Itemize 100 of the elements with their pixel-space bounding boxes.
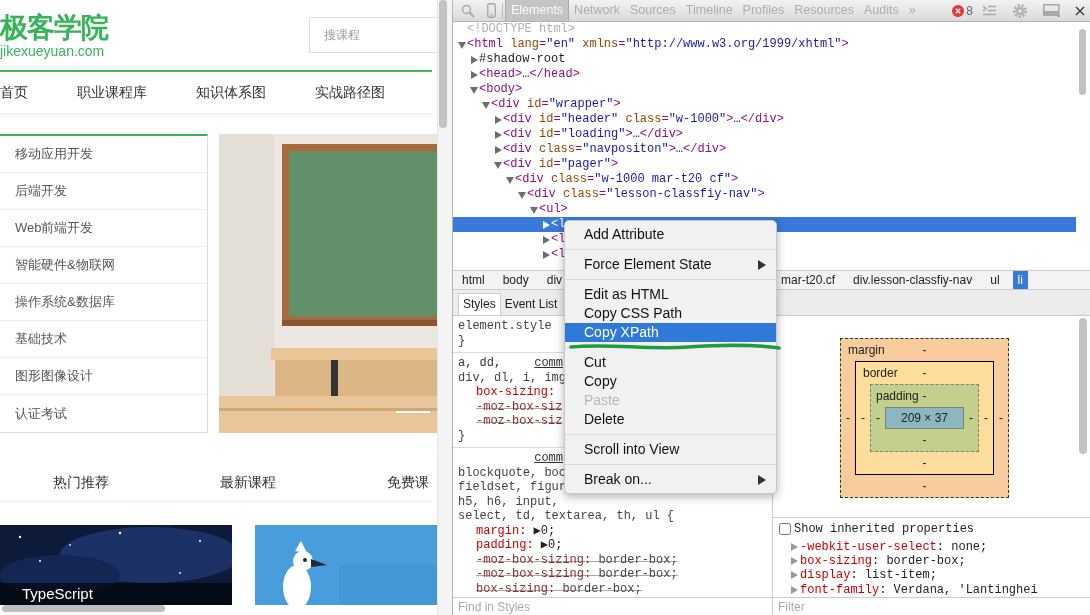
logo-domain: jikexueyuan.com: [0, 44, 106, 59]
css-property: -moz-box-sizing: border-box;: [476, 552, 678, 567]
breadcrumb[interactable]: ul: [981, 271, 1009, 289]
category-item[interactable]: 图形图像设计: [0, 358, 207, 395]
box-label: margin: [848, 343, 885, 357]
menu-item[interactable]: Copy CSS Path: [565, 304, 776, 323]
dom-node-text[interactable]: <div class="w-1000 mar-t20 cf">: [515, 172, 739, 187]
menu-item[interactable]: Edit as HTML: [565, 285, 776, 304]
css-selector: fieldset, figur: [458, 480, 567, 495]
box-label: border: [863, 366, 898, 380]
computed-property: font-family: Verdana, 'Lantinghei: [800, 582, 1038, 597]
nav-link[interactable]: 知识体系图: [196, 83, 266, 102]
content-box: 209 × 37: [885, 407, 964, 429]
logo-title: 极客学院: [0, 12, 108, 44]
dom-node-text[interactable]: #shadow-root: [479, 52, 566, 67]
category-item[interactable]: 智能硬件&物联网: [0, 247, 207, 284]
course-tab[interactable]: 免费课: [387, 474, 429, 492]
breadcrumb[interactable]: li: [1012, 271, 1028, 289]
menu-item[interactable]: Delete: [565, 410, 776, 429]
collapsed-triangle-icon[interactable]: [470, 70, 478, 79]
computed-property: -webkit-user-select: none;: [800, 540, 988, 555]
css-selector: blockquote, boc: [458, 465, 567, 480]
box-label: padding: [876, 389, 919, 403]
error-count: 8: [966, 3, 973, 18]
menu-item[interactable]: Add Attribute: [565, 225, 776, 244]
collapsed-triangle-icon[interactable]: [494, 145, 502, 154]
menu-item[interactable]: Cut: [565, 353, 776, 372]
find-field[interactable]: Find in Styles: [453, 597, 772, 615]
css-selector: a, dd,: [458, 356, 502, 371]
collapsed-triangle-icon[interactable]: [542, 250, 550, 259]
box-value: -: [875, 411, 881, 425]
nav-link[interactable]: 实战路径图: [315, 83, 385, 102]
dom-node-text[interactable]: <html lang="en" xmlns="http://www.w3.org/1999/xhtml">: [467, 37, 849, 52]
dom-node-text[interactable]: <l: [551, 232, 566, 247]
collapsed-triangle-icon[interactable]: [542, 235, 550, 244]
css-brace: }: [458, 428, 466, 443]
category-item[interactable]: 操作系统&数据库: [0, 284, 207, 321]
expanded-triangle-icon[interactable]: [506, 175, 514, 184]
search-field[interactable]: 搜课程: [309, 17, 437, 53]
pane-tab[interactable]: Event List: [500, 294, 562, 315]
collapsed-triangle-icon[interactable]: [494, 115, 502, 124]
expanded-triangle-icon[interactable]: [530, 205, 538, 214]
dom-node-text[interactable]: <div id="pager">: [503, 157, 619, 172]
nav-link[interactable]: 职业课程库: [77, 83, 147, 102]
box-value: -: [860, 411, 866, 425]
dom-node-text[interactable]: <ul>: [539, 202, 568, 217]
dom-node-text[interactable]: <head>…</head>: [479, 67, 580, 82]
collapsed-triangle-icon[interactable]: [542, 220, 550, 229]
dom-node-text[interactable]: <div id="loading">…</div>: [503, 127, 684, 142]
source-link[interactable]: comm: [534, 451, 563, 466]
box-value: -: [922, 343, 927, 357]
course-tab[interactable]: 热门推荐: [53, 474, 109, 492]
expanded-triangle-icon[interactable]: [482, 100, 490, 109]
css-property: box-sizing:: [476, 385, 556, 399]
close-icon[interactable]: [1075, 5, 1085, 16]
breadcrumb[interactable]: div.lesson-classfiy-nav: [844, 271, 982, 289]
dom-node-text[interactable]: <div class="lesson-classfiy-nav">: [527, 187, 765, 202]
collapsed-triangle-icon[interactable]: [494, 130, 502, 139]
box-value: -: [922, 433, 927, 447]
expanded-triangle-icon[interactable]: [470, 85, 478, 94]
box-value: -: [922, 479, 927, 493]
box-value: -: [922, 366, 927, 380]
dom-node-text[interactable]: <div id="header" class="w-1000">…</div>: [503, 112, 784, 127]
category-item[interactable]: Web前端开发: [0, 210, 207, 247]
source-link[interactable]: comm: [534, 356, 563, 371]
error-icon[interactable]: [952, 4, 965, 17]
category-item[interactable]: 认证考试: [0, 395, 207, 432]
checkbox-label: Show inherited properties: [794, 522, 975, 536]
collapsed-triangle-icon[interactable]: [470, 55, 478, 64]
nav-link[interactable]: 首页: [0, 83, 28, 102]
dom-node-text[interactable]: <div class="navpositon">…</div>: [503, 142, 727, 157]
box-value: -: [922, 389, 927, 403]
breadcrumb[interactable]: body: [493, 271, 538, 289]
computed-property: display: list-item;: [800, 568, 937, 583]
category-item[interactable]: 后端开发: [0, 173, 207, 210]
menu-item[interactable]: Break on...: [565, 470, 776, 489]
box-value: -: [845, 411, 851, 425]
dom-node-text[interactable]: <l: [551, 247, 566, 262]
dom-node-text[interactable]: <body>: [479, 82, 523, 97]
course-tab[interactable]: 最新课程: [220, 474, 276, 492]
dom-node-text[interactable]: <l: [551, 217, 566, 232]
category-item[interactable]: 移动应用开发: [0, 136, 207, 173]
expanded-triangle-icon[interactable]: [518, 190, 526, 199]
menu-item[interactable]: Scroll into View: [565, 440, 776, 459]
checkbox[interactable]: [779, 523, 791, 535]
css-property: margin: ▶0;: [476, 523, 556, 538]
box-value: -: [983, 411, 989, 425]
expanded-triangle-icon[interactable]: [458, 40, 466, 49]
expanded-triangle-icon[interactable]: [494, 160, 502, 169]
pane-tab[interactable]: Styles: [458, 293, 501, 315]
menu-item[interactable]: Force Element State: [565, 255, 776, 274]
dom-node-text[interactable]: <div id="wrapper">: [491, 97, 621, 112]
scrollbar[interactable]: [1079, 29, 1086, 95]
category-item[interactable]: 基础技术: [0, 321, 207, 358]
scrollbar[interactable]: [439, 0, 447, 128]
menu-item[interactable]: Copy: [565, 372, 776, 391]
breadcrumb[interactable]: html: [453, 271, 494, 289]
scrollbar[interactable]: [1079, 318, 1087, 454]
menu-item[interactable]: Copy XPath: [565, 323, 776, 342]
scrollbar[interactable]: [2, 605, 165, 612]
